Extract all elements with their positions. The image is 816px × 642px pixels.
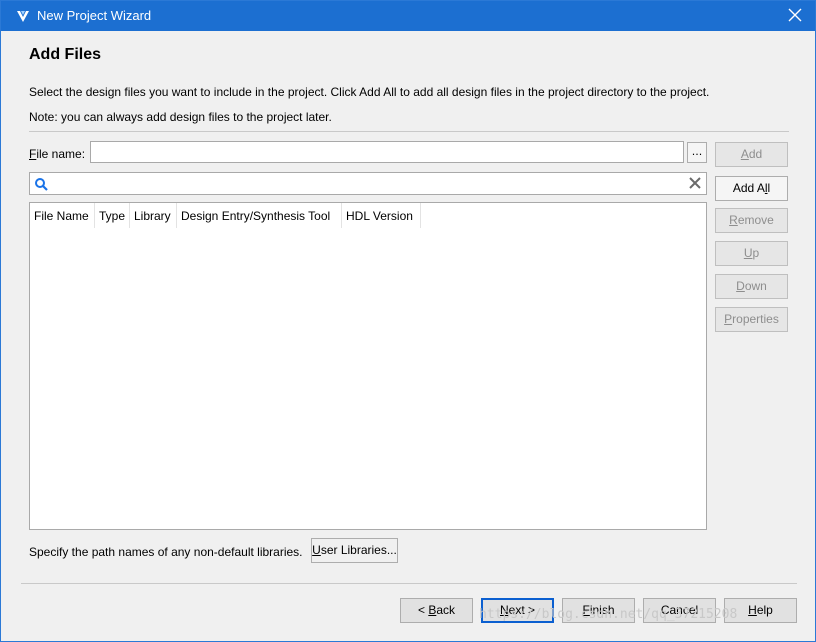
user-libraries-button[interactable]: User Libraries... <box>311 538 398 563</box>
column-header-file-name[interactable]: File Name <box>30 203 95 228</box>
vivado-logo-icon <box>17 11 29 22</box>
title-bar: New Project Wizard <box>1 1 815 31</box>
back-button[interactable]: < Back <box>400 598 473 623</box>
search-input[interactable] <box>52 175 686 194</box>
file-name-label: File name: <box>29 147 86 161</box>
down-button[interactable]: Down <box>715 274 788 299</box>
files-table[interactable]: File Name Type Library Design Entry/Synt… <box>29 202 707 530</box>
clear-icon[interactable] <box>688 176 702 190</box>
page-note: Note: you can always add design files to… <box>29 110 332 124</box>
page-description: Select the design files you want to incl… <box>29 85 710 99</box>
file-name-field[interactable] <box>90 141 684 163</box>
watermark-text: https://blog.csdn.net/qq_37215208 <box>479 607 738 622</box>
footer-divider <box>21 583 797 584</box>
browse-button[interactable]: ... <box>687 142 707 163</box>
column-header-type[interactable]: Type <box>95 203 130 228</box>
column-header-hdl-version[interactable]: HDL Version <box>342 203 421 228</box>
up-button[interactable]: Up <box>715 241 788 266</box>
wizard-content: Add Files Select the design files you wa… <box>9 31 807 631</box>
column-header-design-entry-synthesis-tool[interactable]: Design Entry/Synthesis Tool <box>177 203 342 228</box>
libraries-hint: Specify the path names of any non-defaul… <box>29 545 303 559</box>
remove-button[interactable]: Remove <box>715 208 788 233</box>
page-title: Add Files <box>29 46 102 63</box>
table-header: File Name Type Library Design Entry/Synt… <box>30 203 421 228</box>
window-title: New Project Wizard <box>37 8 152 23</box>
new-project-wizard-window: New Project Wizard Add Files Select the … <box>0 0 816 642</box>
header-divider <box>29 131 789 132</box>
add-all-button[interactable]: Add All <box>715 176 788 201</box>
properties-button[interactable]: Properties <box>715 307 788 332</box>
search-box[interactable] <box>29 172 707 195</box>
add-button[interactable]: Add <box>715 142 788 167</box>
search-icon <box>35 178 48 191</box>
close-icon[interactable] <box>783 3 807 27</box>
column-header-library[interactable]: Library <box>130 203 177 228</box>
